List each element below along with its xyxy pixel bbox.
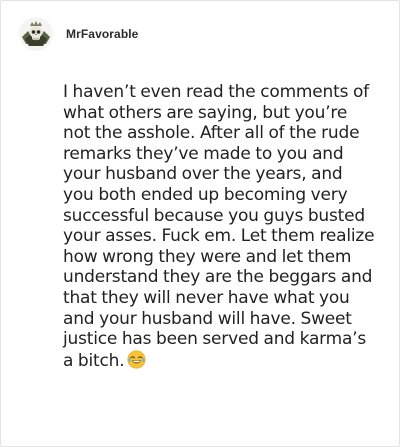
skull-emblem-avatar-icon[interactable] [19, 17, 53, 51]
face-with-tears-of-joy-emoji-icon [127, 350, 146, 369]
username[interactable]: MrFavorable [66, 27, 138, 41]
comment-body: I haven’t even read the comments of what… [63, 82, 375, 371]
comment-text: I haven’t even read the comments of what… [63, 82, 375, 371]
comment-header: MrFavorable [19, 16, 138, 52]
comment-card: MrFavorable I haven’t even read the comm… [0, 0, 400, 447]
